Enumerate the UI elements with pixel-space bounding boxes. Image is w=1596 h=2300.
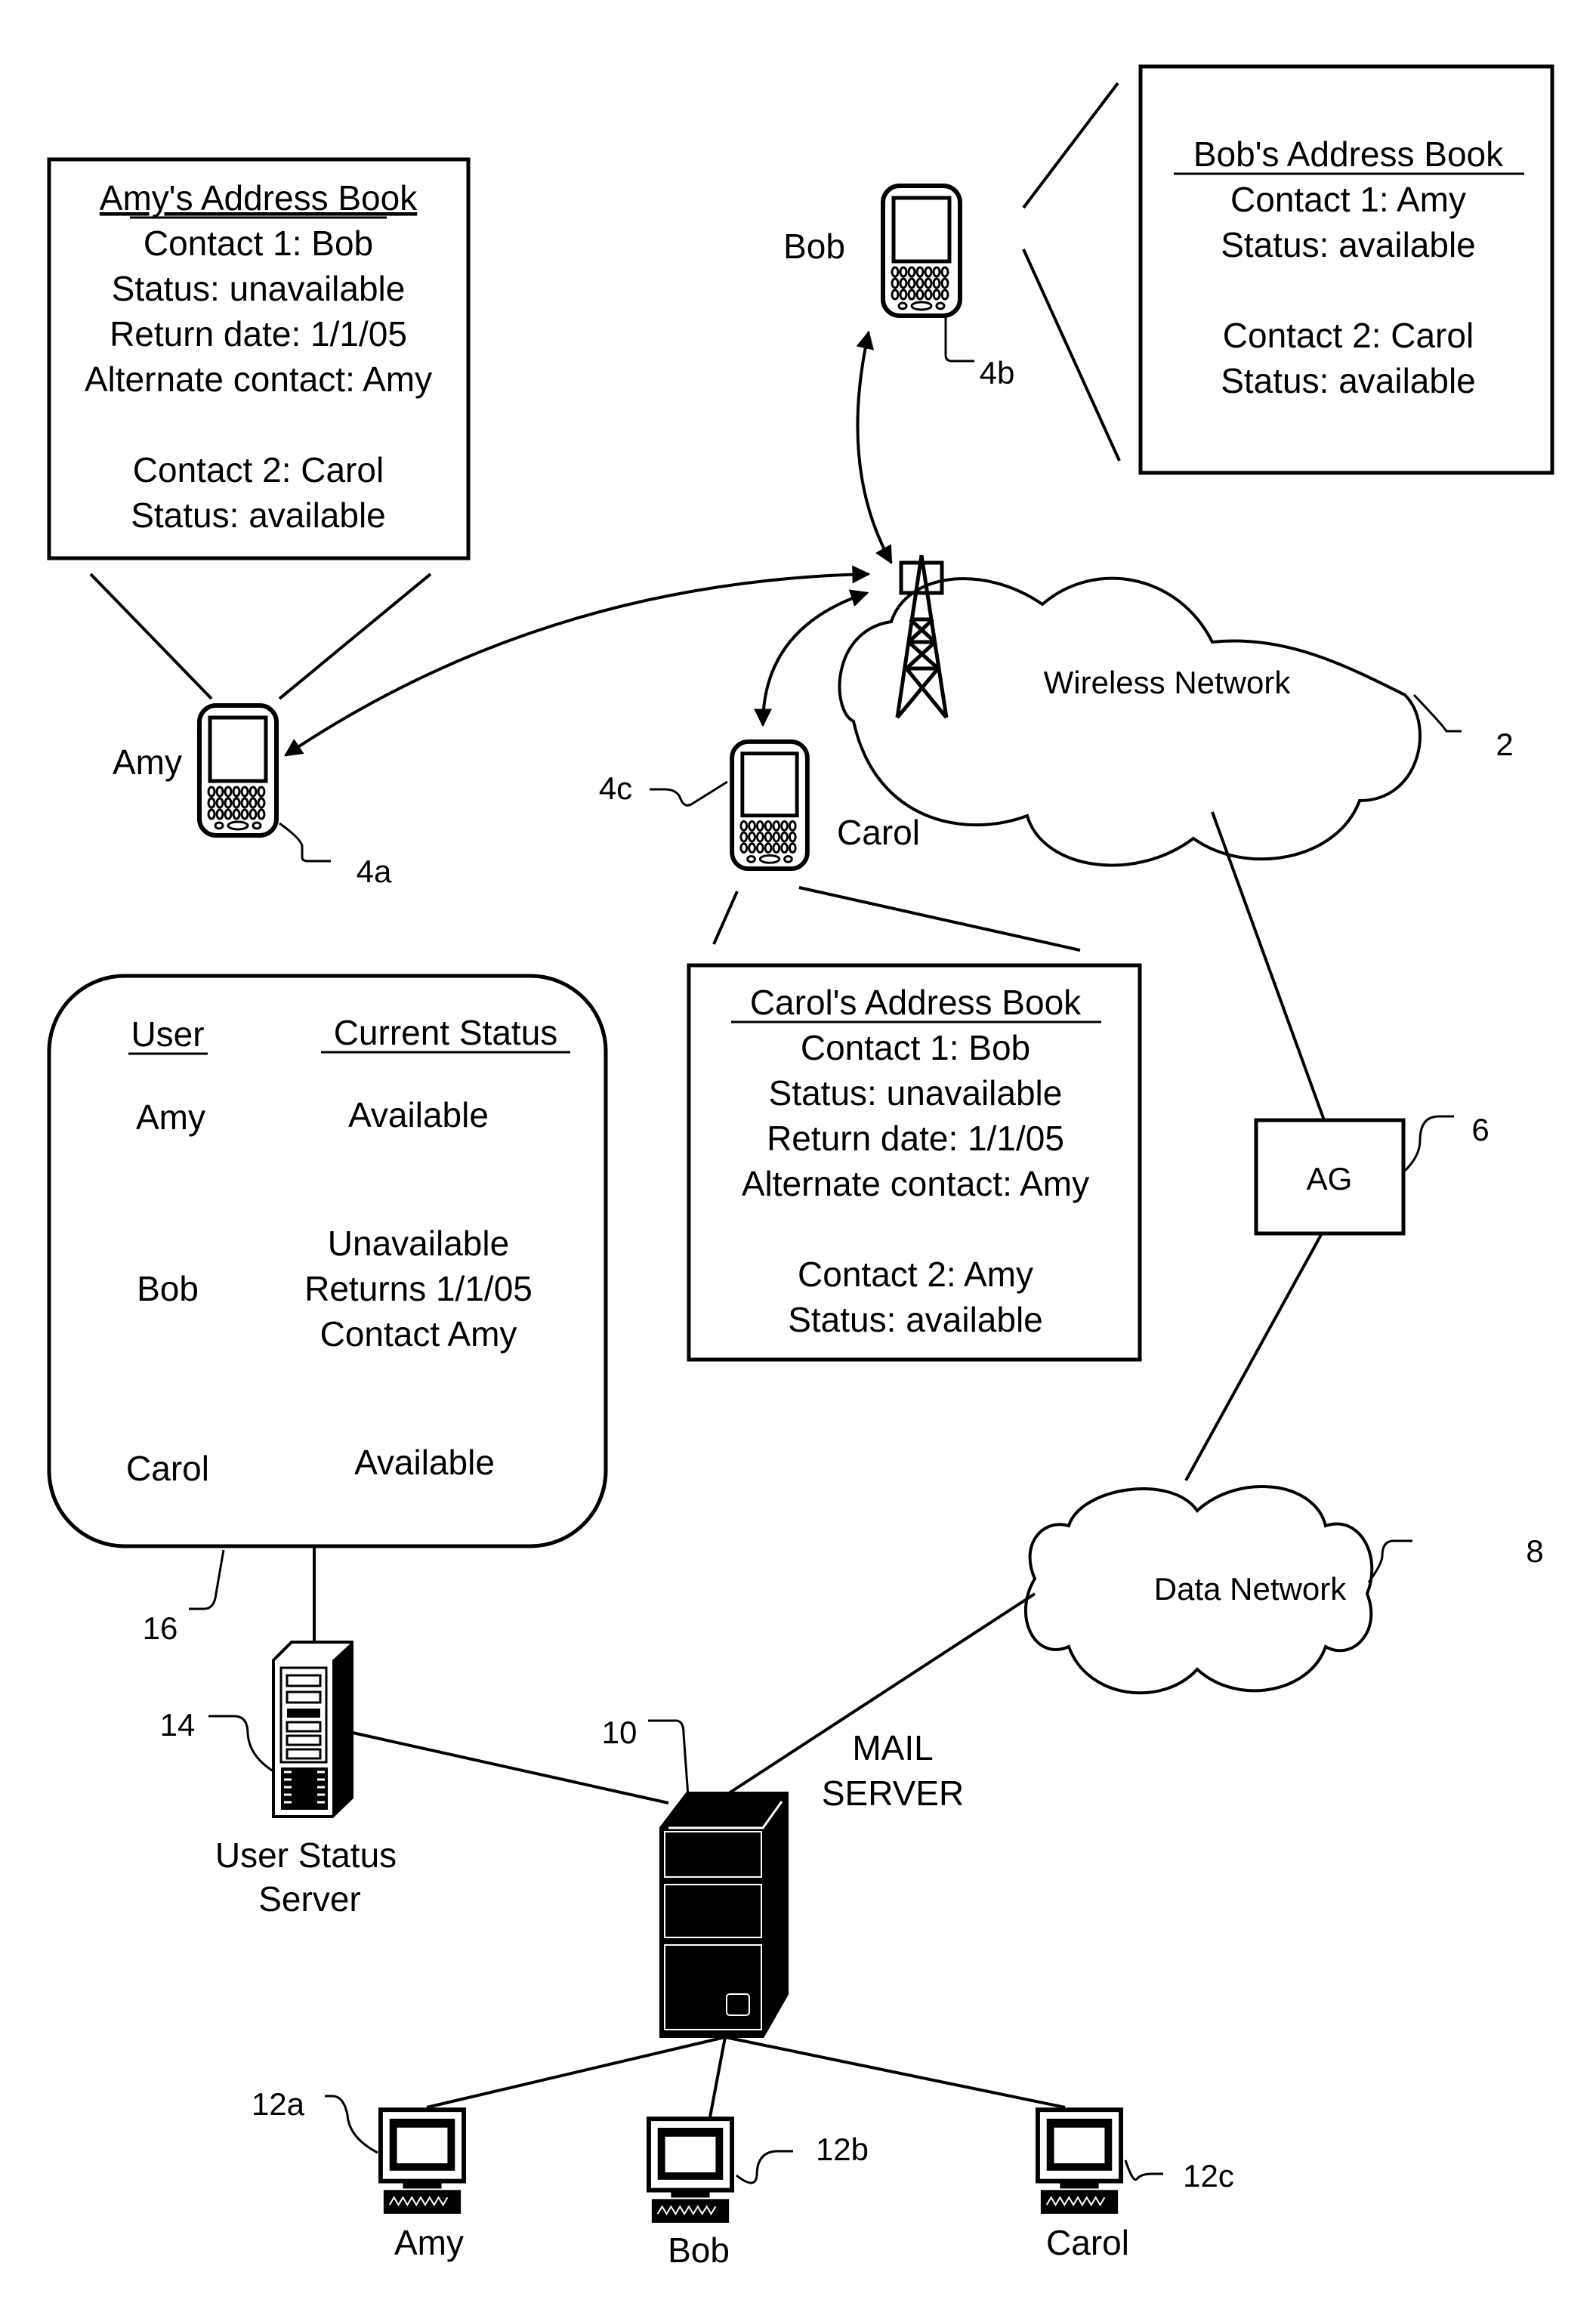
bob-callout-line-bottom [1022,249,1121,462]
bob-tower-link-arrow [856,330,893,565]
bob-address-book-title: Bob's Address Book [1193,134,1504,174]
amy-computer-label: Amy [394,2223,464,2262]
carol-book-line: Status: unavailable [769,1073,1063,1113]
user-status-table: User Current Status Amy Available Bob Un… [47,974,608,1548]
user-status-server-label-line1: User Status [215,1835,397,1875]
ag-gateway-label: AG [1307,1161,1353,1196]
bob-computer-label: Bob [668,2231,730,2270]
carol-book-line: Contact 2: Amy [798,1255,1033,1294]
status-row-user: Carol [126,1449,209,1488]
ref-label-12b: 12b [816,2132,869,2167]
carol-book-line: Alternate contact: Amy [742,1164,1089,1203]
amy-book-line: Contact 2: Carol [133,450,384,489]
bob-phone-icon [883,186,960,316]
wireless-network-label: Wireless Network [1044,665,1292,700]
amy-book-line: Status: unavailable [112,269,406,308]
ref-label-4b: 4b [980,355,1015,391]
ref-label-4c: 4c [599,770,632,806]
amy-tower-link-arrow [284,565,871,757]
amy-callout-line-left [89,573,213,700]
carol-phone-icon [732,742,807,869]
ref-label-10: 10 [602,1715,637,1750]
status-row-status: Available [354,1443,495,1482]
carol-callout-line-left [712,891,739,945]
ref-leader-10 [648,1719,690,1808]
bob-phone-label: Bob [783,227,845,266]
ref-leader-4b [944,317,974,363]
ref-label-14: 14 [160,1707,196,1743]
status-row-user: Bob [137,1269,199,1308]
bob-address-book: Bob's Address Book Contact 1: Amy Status… [1138,64,1554,475]
ref-label-2: 2 [1496,727,1513,762]
ref-label-12a: 12a [252,2086,305,2122]
amy-phone-label: Amy [113,742,182,782]
amy-address-book-title: Amy's Address Book [100,178,418,218]
amy-callout-line-right [278,573,432,700]
carol-computer-icon [1038,2110,1121,2214]
bob-book-line: Contact 2: Carol [1223,316,1474,355]
status-header-current-status: Current Status [334,1013,558,1052]
bob-book-line: Status: available [1221,225,1476,264]
amy-address-book: Amy's Address Book Contact 1: Bob Status… [47,157,471,560]
data-network-label: Data Network [1154,1571,1347,1607]
cell-tower-icon [895,554,949,719]
bob-address-book-frame [1138,64,1554,475]
amy-book-line: Status: available [131,496,386,535]
ref-leader-12a [325,2095,378,2154]
status-row-status: Unavailable [328,1224,509,1263]
bob-computer-icon [649,2119,732,2223]
ref-leader-12b [736,2150,793,2184]
bob-book-line: Status: available [1221,361,1476,400]
ref-label-8: 8 [1526,1533,1543,1569]
carol-address-book-title: Carol's Address Book [750,983,1082,1022]
ref-label-4a: 4a [357,854,392,889]
status-header-user: User [131,1014,204,1054]
ag-to-data-network-line [1184,1233,1323,1481]
amy-book-line: Contact 1: Bob [144,224,373,263]
mail-to-bob-computer-line [708,2036,727,2118]
carol-tower-link-arrow [754,589,869,727]
ref-leader-6 [1403,1115,1454,1172]
ref-leader-16 [189,1549,225,1610]
user-status-server-icon [272,1641,353,1818]
ref-label-16: 16 [143,1610,178,1646]
amy-book-line: Alternate contact: Amy [85,360,432,399]
carol-book-line: Status: available [788,1300,1043,1339]
amy-book-line: Return date: 1/1/05 [110,314,407,353]
wireless-network-cloud [838,576,1422,867]
status-row-status: Contact Amy [320,1314,517,1354]
ref-leader-4c [650,780,728,807]
carol-book-line: Contact 1: Bob [801,1028,1030,1067]
carol-computer-label: Carol [1046,2223,1129,2262]
carol-callout-line-right [798,886,1081,952]
user-status-server-label-line2: Server [258,1879,360,1919]
network-diagram: Amy's Address Book Contact 1: Bob Status… [47,64,1554,2270]
ref-leader-8 [1367,1539,1412,1583]
ref-label-12c: 12c [1183,2158,1234,2193]
mail-server-icon [659,1792,789,2038]
status-row-status: Available [348,1095,489,1135]
carol-phone-label: Carol [837,813,920,852]
ref-leader-2 [1412,693,1462,733]
ref-label-6: 6 [1471,1112,1489,1147]
bob-callout-line-top [1022,82,1119,209]
ref-leader-12c [1124,2160,1163,2181]
status-row-user: Amy [136,1098,205,1137]
bob-book-line: Contact 1: Amy [1230,180,1466,219]
ref-leader-14 [208,1715,274,1773]
carol-book-line: Return date: 1/1/05 [767,1119,1064,1158]
amy-computer-icon [381,2110,464,2214]
mail-server-label-line1: MAIL [852,1728,933,1767]
mail-to-carol-computer-line [724,2036,1066,2109]
amy-phone-icon [199,705,276,835]
mail-server-label-line2: SERVER [822,1774,964,1813]
mail-to-amy-computer-line [426,2036,726,2109]
ref-leader-4a [279,822,331,863]
status-row-status: Returns 1/1/05 [304,1269,533,1308]
carol-address-book: Carol's Address Book Contact 1: Bob Stat… [687,963,1142,1362]
